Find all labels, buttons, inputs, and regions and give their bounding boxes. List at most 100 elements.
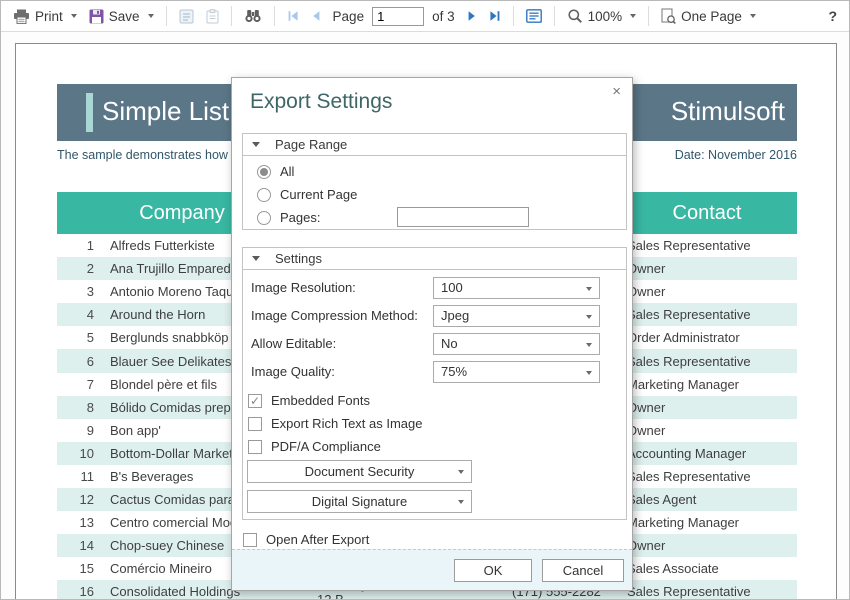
page-number-group: Page of 3 (333, 7, 455, 26)
save-button[interactable]: Save (89, 9, 154, 24)
dropdown-button[interactable]: Digital Signature (247, 490, 472, 513)
checkbox-row[interactable]: Export Rich Text as Image (248, 412, 626, 435)
bookmarks-button[interactable] (526, 9, 542, 23)
checkbox-icon[interactable] (248, 417, 262, 431)
dropdown-button-label: Document Security (305, 464, 415, 479)
contact-column-header: Contact (617, 192, 797, 234)
page-range-options: All Current Page Pages: (242, 156, 627, 230)
magnifier-icon (567, 8, 583, 24)
toolbar-separator (231, 6, 232, 26)
checkbox-label: Embedded Fonts (271, 393, 370, 408)
caret-down-icon (148, 14, 154, 18)
cancel-button[interactable]: Cancel (542, 559, 624, 582)
view-mode-button[interactable]: One Page (661, 8, 756, 24)
cell-contact: Sales Representative (627, 580, 797, 600)
row-number: 10 (57, 442, 94, 465)
checkbox-row[interactable]: PDF/A Compliance (248, 435, 626, 458)
row-number: 11 (57, 465, 94, 488)
page-range-section-header[interactable]: Page Range (242, 133, 627, 156)
dropdown-field[interactable]: No (433, 333, 600, 355)
row-number: 5 (57, 326, 94, 349)
close-icon[interactable]: × (612, 84, 621, 99)
settings-section-header[interactable]: Settings (242, 247, 627, 270)
cell-contact: Order Administrator (627, 326, 797, 349)
pages-input[interactable] (397, 207, 529, 227)
zoom-button[interactable]: 100% (567, 8, 637, 24)
print-label: Print (35, 9, 63, 24)
editor-button[interactable] (206, 9, 219, 24)
row-number: 16 (57, 580, 94, 600)
zoom-level-label: 100% (588, 9, 623, 24)
cell-contact: Owner (627, 419, 797, 442)
page-number-input[interactable] (372, 7, 424, 26)
toolbar-separator (554, 6, 555, 26)
open-after-export-label: Open After Export (266, 532, 369, 547)
cell-contact: Owner (627, 257, 797, 280)
help-button[interactable]: ? (828, 8, 837, 24)
printer-icon (13, 9, 30, 24)
checkbox-icon[interactable]: ✓ (248, 394, 262, 408)
save-icon (89, 9, 104, 24)
caret-down-icon (586, 371, 592, 375)
cell-contact: Sales Representative (627, 234, 797, 257)
viewer-toolbar: Print Save (1, 1, 849, 32)
first-page-button[interactable] (287, 10, 299, 22)
settings-dropdown-buttons: Document Security Digital Signature (243, 460, 626, 513)
dropdown-field[interactable]: 100 (433, 277, 600, 299)
viewer-area: Simple List Stimulsoft The sample demons… (1, 32, 849, 600)
caret-down-icon (586, 343, 592, 347)
radio-option[interactable]: Current Page (243, 183, 626, 206)
row-number: 7 (57, 373, 94, 396)
cell-contact: Marketing Manager (627, 373, 797, 396)
field-label: Image Resolution: (251, 280, 356, 295)
checkbox-icon[interactable] (248, 440, 262, 454)
page-range-label: Page Range (275, 137, 347, 152)
caret-down-icon (750, 14, 756, 18)
find-button[interactable] (244, 9, 262, 23)
caret-down-icon (586, 315, 592, 319)
settings-label: Settings (275, 251, 322, 266)
report-subtitle: The sample demonstrates how t (57, 148, 235, 162)
caret-down-icon (458, 500, 464, 504)
radio-icon[interactable] (257, 188, 271, 202)
parameters-button[interactable] (179, 9, 194, 24)
parameters-icon (179, 9, 194, 24)
radio-option[interactable]: Pages: (243, 206, 626, 229)
radio-label: All (280, 164, 294, 179)
first-page-icon (287, 10, 299, 22)
toolbar-separator (513, 6, 514, 26)
row-number: 8 (57, 396, 94, 419)
caret-down-icon (586, 287, 592, 291)
dropdown-value: Jpeg (441, 305, 469, 327)
settings-field-row: Image Quality:75% (243, 361, 626, 389)
dropdown-button-label: Digital Signature (312, 494, 407, 509)
cell-contact: Owner (627, 280, 797, 303)
dropdown-value: 100 (441, 277, 463, 299)
row-number: 15 (57, 557, 94, 580)
ok-button[interactable]: OK (454, 559, 532, 582)
export-settings-dialog: Export Settings × Page Range All Current … (231, 77, 633, 591)
radio-icon[interactable] (257, 165, 271, 179)
collapse-triangle-icon (252, 142, 260, 147)
open-after-export-row[interactable]: Open After Export (243, 532, 632, 547)
cell-contact: Marketing Manager (627, 511, 797, 534)
last-page-button[interactable] (489, 10, 501, 22)
bookmarks-icon (526, 9, 542, 23)
open-after-export-checkbox[interactable] (243, 533, 257, 547)
report-title: Simple List (102, 96, 229, 127)
radio-icon[interactable] (257, 211, 271, 225)
next-page-button[interactable] (467, 10, 477, 22)
dropdown-button[interactable]: Document Security (247, 460, 472, 483)
checkbox-row[interactable]: ✓ Embedded Fonts (248, 389, 626, 412)
dropdown-field[interactable]: Jpeg (433, 305, 600, 327)
dropdown-field[interactable]: 75% (433, 361, 600, 383)
previous-page-button[interactable] (311, 10, 321, 22)
radio-label: Current Page (280, 187, 357, 202)
dialog-footer: OK Cancel (232, 549, 632, 590)
row-number: 14 (57, 534, 94, 557)
dialog-title: Export Settings (250, 90, 632, 114)
dropdown-value: 75% (441, 361, 467, 383)
cell-contact: Sales Agent (627, 488, 797, 511)
radio-option[interactable]: All (243, 160, 626, 183)
print-button[interactable]: Print (13, 9, 77, 24)
